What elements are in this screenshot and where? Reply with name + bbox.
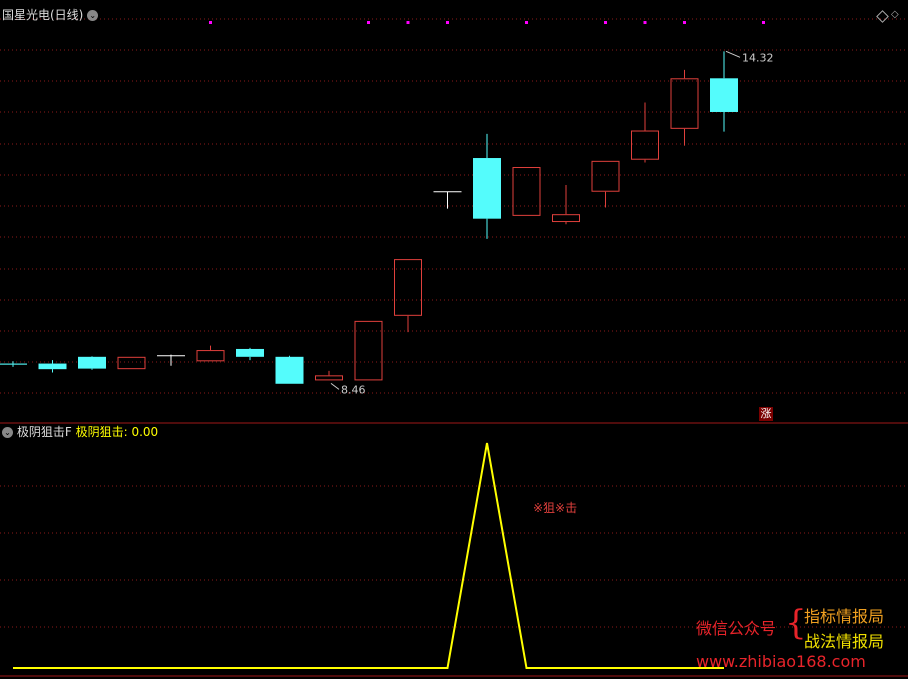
signal-marker — [209, 21, 212, 24]
candle — [433, 191, 462, 209]
indicator-header: ⌄ 极阴狙击F 极阴狙击: 0.00 — [2, 425, 158, 439]
indicator-line-series — [13, 442, 724, 669]
signal-marker — [406, 21, 410, 24]
candle-body — [196, 350, 225, 362]
candle — [157, 354, 185, 366]
candle-body — [236, 348, 264, 357]
indicator-chart-grid — [0, 485, 908, 628]
indicator-menu-icon[interactable]: ⌄ — [2, 427, 13, 438]
watermark-url[interactable]: www.zhibiao168.com — [696, 652, 866, 671]
signal-marker — [446, 21, 449, 24]
price-annotations: 14.32 8.46 — [330, 50, 774, 396]
candle — [38, 360, 67, 373]
candle — [315, 370, 343, 381]
signal-marker — [604, 21, 607, 24]
candle-body — [552, 214, 580, 223]
signal-marker — [762, 21, 765, 24]
candle — [394, 259, 422, 333]
low-arrow — [330, 382, 340, 390]
high-arrow — [725, 50, 741, 58]
main-chart-grid — [0, 18, 908, 394]
candle-body — [670, 78, 699, 129]
candle-body — [591, 160, 620, 192]
candle-body — [275, 356, 304, 384]
watermark-line2: 战法情报局 — [804, 632, 885, 651]
candle — [196, 345, 225, 362]
stock-title[interactable]: 国星光电(日线) — [2, 8, 83, 22]
candle — [236, 347, 264, 361]
indicator-value: 0.00 — [131, 425, 159, 439]
watermark-wechat: 微信公众号 — [696, 619, 777, 638]
chart-canvas: 14.32 8.46 — [0, 18, 908, 677]
rise-badge: 涨 — [759, 407, 773, 421]
candle-body — [631, 130, 659, 160]
candle — [117, 356, 146, 370]
signal-marker — [525, 21, 528, 24]
watermark-line1: 指标情报局 — [804, 607, 885, 626]
indicator-line — [13, 442, 724, 669]
candle — [275, 355, 304, 384]
candle — [710, 51, 738, 132]
candle — [512, 167, 541, 216]
candle — [473, 133, 501, 239]
candle-body — [473, 158, 501, 219]
candle — [591, 160, 620, 208]
top-signal-markers — [209, 21, 765, 24]
candle-body — [394, 259, 422, 316]
low-price-label: 8.46 — [341, 383, 366, 396]
signal-marker — [643, 21, 647, 24]
candle-body — [38, 363, 67, 370]
candle — [354, 320, 383, 381]
candle-body — [117, 356, 146, 370]
collapse-arrow-icon[interactable]: ◇ — [891, 9, 899, 20]
high-price-label: 14.32 — [742, 51, 774, 64]
candle-body — [710, 78, 738, 112]
candle — [631, 102, 659, 163]
signal-label: ※狙※击 — [533, 501, 578, 515]
candle-body — [78, 356, 106, 369]
signal-marker — [367, 21, 370, 24]
candle — [552, 184, 580, 225]
candlestick-series — [0, 51, 738, 384]
candle-body — [0, 363, 27, 365]
candle-body — [354, 320, 383, 381]
dropdown-chevron-icon[interactable]: ⌄ — [87, 10, 99, 21]
candle-body — [512, 167, 541, 216]
indicator-value-label: 极阴狙击: — [75, 425, 128, 439]
candle-body — [315, 375, 343, 381]
candle — [78, 356, 106, 370]
chart-header: 国星光电(日线) ⌄ — [2, 8, 99, 22]
signal-marker — [683, 21, 686, 24]
indicator-name[interactable]: 极阴狙击F — [17, 425, 72, 439]
